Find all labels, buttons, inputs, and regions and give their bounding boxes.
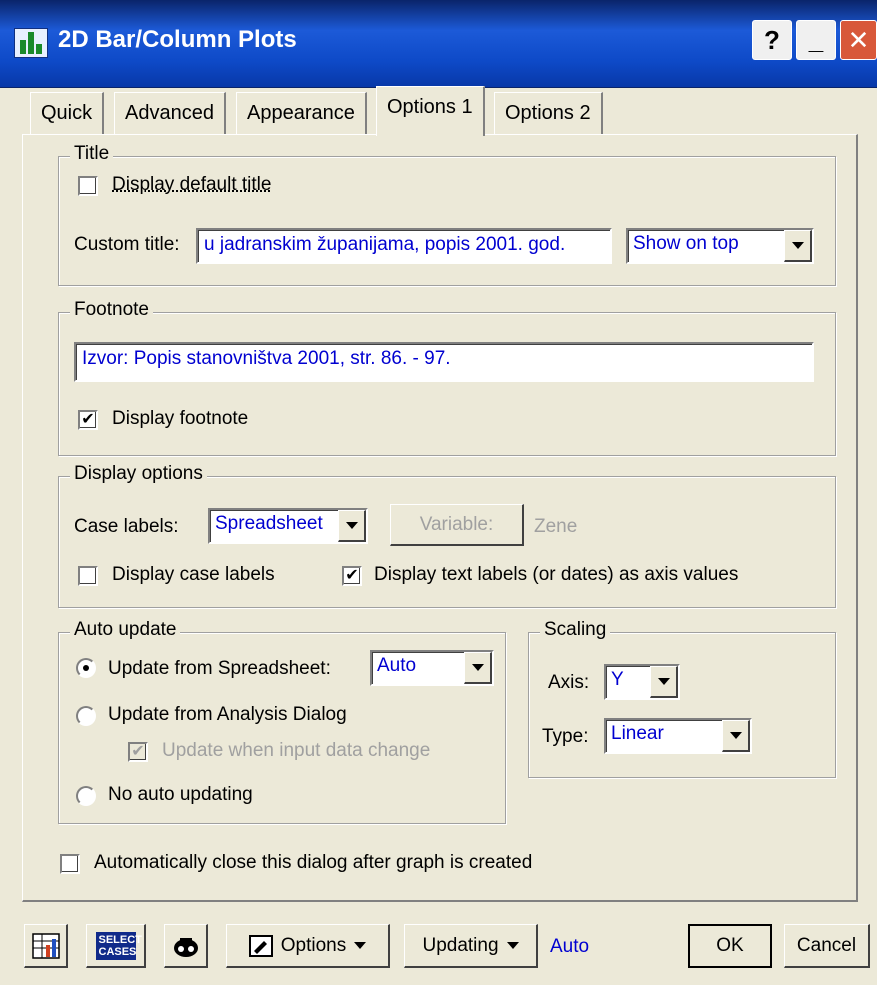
display-default-title-checkbox[interactable] [78,176,98,196]
cancel-button[interactable]: Cancel [784,924,870,968]
update-from-analysis-label[interactable]: Update from Analysis Dialog [108,704,347,726]
auto-close-label[interactable]: Automatically close this dialog after gr… [94,852,532,874]
axis-select[interactable]: Y [604,664,680,700]
update-from-analysis-radio[interactable] [76,706,96,726]
select-cases-icon: SELECT CASES [95,931,142,960]
display-text-labels-checkbox[interactable]: ✔ [342,566,362,586]
case-labels-value: Spreadsheet [215,513,323,534]
update-mode-select[interactable]: Auto [370,650,494,686]
type-label: Type: [542,726,589,747]
display-case-labels-label[interactable]: Display case labels [112,564,275,586]
axis-label: Axis: [548,672,590,693]
variable-button[interactable]: Variable: [390,504,524,546]
options-button-label: Options [281,935,366,957]
custom-title-label: Custom title: [74,234,180,255]
update-when-input-changes-label[interactable]: Update when input data change [162,740,430,762]
chevron-down-icon[interactable] [650,666,678,698]
scaling-group [528,632,836,778]
window-title: 2D Bar/Column Plots [58,26,297,53]
title-bar[interactable]: 2D Bar/Column Plots ? _ ✕ [0,0,877,88]
tab-options-2[interactable]: Options 2 [494,92,603,134]
tab-appearance[interactable]: Appearance [236,92,367,134]
display-footnote-label[interactable]: Display footnote [112,408,248,430]
weight-button[interactable] [164,924,208,968]
variable-value: Zene [534,516,578,537]
display-text-labels-label[interactable]: Display text labels (or dates) as axis v… [374,564,738,586]
auto-close-checkbox[interactable] [60,854,80,874]
custom-title-input[interactable]: u jadranskim županijama, popis 2001. god… [196,228,612,264]
display-default-title-label[interactable]: Display default title [112,174,271,196]
display-options-legend: Display options [70,463,207,485]
tab-options-1[interactable]: Options 1 [376,86,485,136]
updating-button-label: Updating [422,935,518,957]
footnote-group-legend: Footnote [70,299,153,321]
select-cases-button[interactable]: SELECT CASES [86,924,146,968]
update-when-input-changes-checkbox[interactable]: ✔ [128,742,148,762]
title-position-value: Show on top [633,233,739,254]
options-icon [248,934,273,957]
chevron-down-icon[interactable] [338,510,366,542]
title-position-select[interactable]: Show on top [626,228,814,264]
update-mode-value: Auto [377,655,417,676]
minimize-button[interactable]: _ [796,20,836,60]
help-button[interactable]: ? [752,20,792,60]
chevron-down-icon[interactable] [464,652,492,684]
footnote-input[interactable]: Izvor: Popis stanovništva 2001, str. 86.… [74,342,814,382]
footnote-group [58,312,836,456]
case-labels-label: Case labels: [74,516,179,537]
scaling-legend: Scaling [540,619,611,641]
auto-update-legend: Auto update [70,619,181,641]
update-from-spreadsheet-radio[interactable] [76,658,96,678]
ok-button[interactable]: OK [688,924,772,968]
no-auto-update-radio[interactable] [76,786,96,806]
scale-type-select[interactable]: Linear [604,718,752,754]
bar-chart-icon [14,28,48,58]
updating-button[interactable]: Updating [404,924,538,968]
no-auto-update-label[interactable]: No auto updating [108,784,253,806]
axis-value: Y [611,669,624,690]
spreadsheet-graph-icon [31,932,60,959]
chevron-down-icon[interactable] [784,230,812,262]
chevron-down-icon[interactable] [722,720,750,752]
title-group-legend: Title [70,143,114,165]
scale-type-value: Linear [611,723,664,744]
tab-advanced[interactable]: Advanced [114,92,226,134]
update-from-spreadsheet-label[interactable]: Update from Spreadsheet: [108,658,331,680]
case-labels-select[interactable]: Spreadsheet [208,508,368,544]
display-footnote-checkbox[interactable]: ✔ [78,410,98,430]
close-button[interactable]: ✕ [840,20,877,60]
weight-icon [173,937,198,957]
options-button[interactable]: Options [226,924,390,968]
tab-quick[interactable]: Quick [30,92,105,134]
display-case-labels-checkbox[interactable] [78,566,98,586]
graph-icon-button[interactable] [24,924,68,968]
updating-status: Auto [550,936,590,957]
